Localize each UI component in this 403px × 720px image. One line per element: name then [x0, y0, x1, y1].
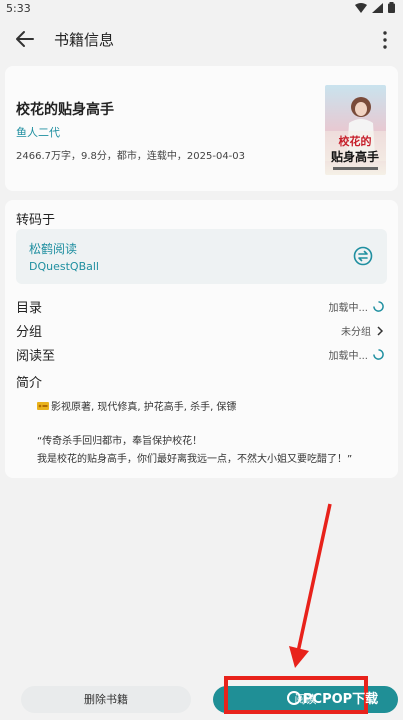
intro-label: 简介 — [16, 376, 43, 391]
progress-status: 加载中... — [328, 347, 384, 362]
group-value[interactable]: 未分组 — [341, 323, 384, 338]
book-title: 校花的贴身高手 — [16, 102, 114, 118]
swap-source-icon[interactable] — [353, 246, 373, 266]
status-bar: 5:33 — [0, 0, 403, 18]
ticket-icon — [37, 401, 49, 410]
wifi-icon — [355, 2, 367, 13]
status-icons — [355, 2, 395, 13]
watermark-logo: PCPOP下载 — [287, 688, 378, 707]
svg-text:贴身高手: 贴身高手 — [331, 149, 379, 164]
book-details-card: 转码于 松鹤阅读 DQuestQBall 目录 加载中... 分组 未分组 阅读… — [5, 200, 398, 478]
source-item[interactable]: 松鹤阅读 DQuestQBall — [16, 229, 387, 284]
book-meta: 2466.7万字，9.8分，都市，连载中，2025-04-03 — [16, 151, 246, 162]
progress-label[interactable]: 阅读至 — [16, 345, 55, 364]
toc-status-text: 加载中... — [328, 303, 368, 314]
intro-tags-text: 影视原著, 现代修真, 护花高手, 杀手, 保镖 — [51, 402, 237, 413]
watermark-circle-icon — [287, 690, 301, 705]
progress-status-text: 加载中... — [328, 351, 368, 362]
source-author: DQuestQBall — [29, 260, 99, 273]
group-value-text: 未分组 — [341, 327, 371, 338]
cover-art: 校花的 贴身高手 — [325, 85, 386, 175]
toc-label[interactable]: 目录 — [16, 297, 42, 316]
book-author[interactable]: 鱼人二代 — [16, 124, 60, 140]
intro-tags: 影视原著, 现代修真, 护花高手, 杀手, 保镖 — [37, 398, 236, 413]
toc-status: 加载中... — [328, 299, 384, 314]
delete-book-button[interactable]: 删除书籍 — [21, 686, 191, 713]
book-info-card: 校花的贴身高手 鱼人二代 2466.7万字，9.8分，都市，连载中，2025-0… — [5, 66, 398, 191]
status-time: 5:33 — [6, 2, 31, 15]
intro-line-2: 我是校花的贴身高手，你们最好离我远一点，不然大小姐又要吃醋了！” — [37, 454, 353, 465]
more-vert-icon[interactable] — [381, 30, 389, 50]
page-title: 书籍信息 — [54, 31, 115, 49]
battery-icon — [388, 2, 395, 13]
app-bar: 书籍信息 — [0, 18, 403, 62]
book-cover[interactable]: 校花的 贴身高手 — [325, 85, 386, 175]
svg-text:校花的: 校花的 — [339, 134, 372, 148]
source-name: 松鹤阅读 — [29, 242, 78, 256]
signal-icon — [372, 2, 383, 13]
loading-spinner-icon — [373, 349, 384, 360]
chevron-right-icon — [377, 325, 384, 336]
loading-spinner-icon — [373, 301, 384, 312]
intro-line-1: “传奇杀手回归都市，奉旨保护校花！ — [37, 436, 203, 447]
watermark-text: PCPOP下载 — [303, 692, 379, 707]
source-section-label: 转码于 — [16, 213, 56, 228]
group-label[interactable]: 分组 — [16, 321, 42, 340]
back-arrow-icon[interactable] — [14, 28, 36, 50]
